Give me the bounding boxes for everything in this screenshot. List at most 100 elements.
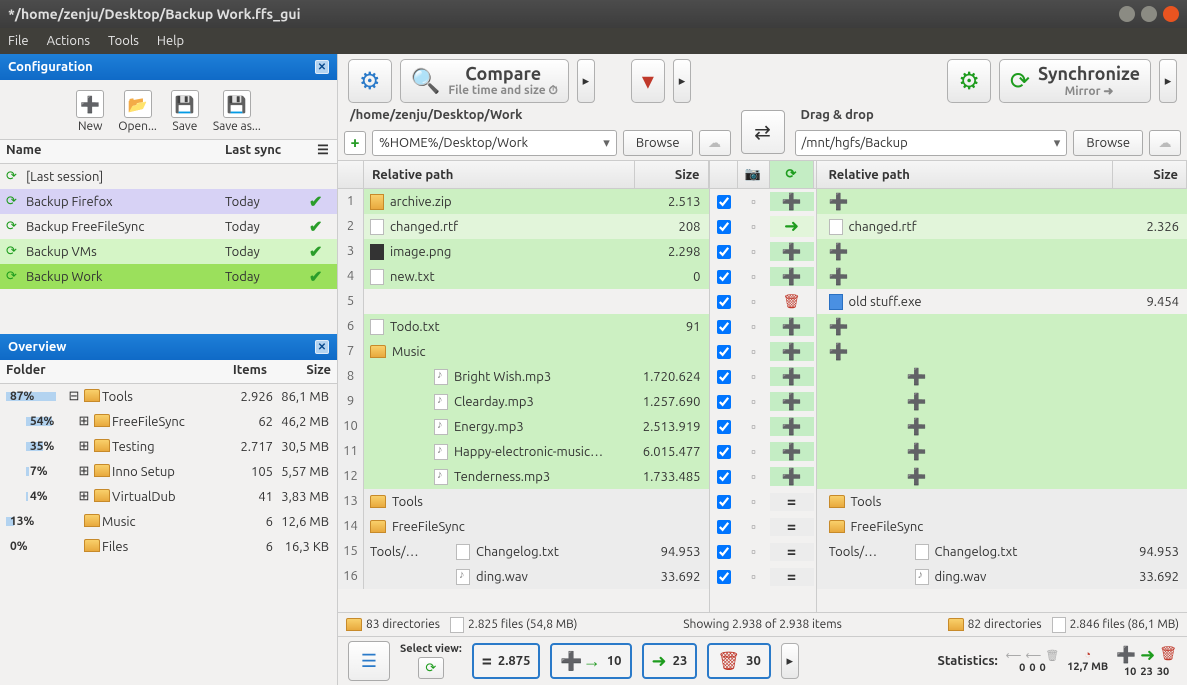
swap-button[interactable]: ⇄ [741, 110, 785, 154]
overview-row[interactable]: 54% ⊞ FreeFileSync 62 46,2 MB [0, 409, 337, 434]
expand-icon[interactable]: ⊞ [74, 414, 94, 429]
row-checkbox[interactable] [717, 395, 731, 409]
grid-row[interactable]: 11Happy-electronic-music…6.015.477 [338, 439, 709, 464]
action-cell[interactable]: = [770, 568, 814, 586]
action-cell[interactable]: 🗑 [770, 293, 814, 310]
filter-delete-right[interactable]: 🗑30 [707, 643, 771, 679]
action-cell[interactable]: ➕ [770, 267, 814, 286]
grid-row[interactable]: 8Bright Wish.mp31.720.624 [338, 364, 709, 389]
category-icon[interactable]: ▫ [738, 444, 770, 459]
minimize-button[interactable] [1119, 6, 1135, 22]
grid-row[interactable]: 13Tools [338, 489, 709, 514]
category-icon[interactable]: ▫ [738, 419, 770, 434]
col-lastsync[interactable]: Last sync [219, 140, 309, 163]
config-row[interactable]: ⟳ Backup VMs Today ✔ [0, 239, 337, 264]
grid-row[interactable]: Tools [817, 489, 1187, 514]
row-checkbox[interactable] [717, 445, 731, 459]
grid-row[interactable]: ➕ [817, 264, 1187, 289]
action-cell[interactable]: ➕ [770, 367, 814, 386]
category-icon[interactable]: ▫ [738, 319, 770, 334]
grid-row[interactable]: 1archive.zip2.513 [338, 189, 709, 214]
open-button[interactable]: 📂Open... [118, 90, 157, 133]
row-checkbox[interactable] [717, 220, 731, 234]
menu-file[interactable]: File [8, 34, 29, 48]
category-icon[interactable]: ▫ [738, 519, 770, 534]
action-cell[interactable]: ➕ [770, 417, 814, 436]
filter-update-right[interactable]: ➜23 [642, 643, 698, 679]
configuration-close-icon[interactable]: ✕ [315, 60, 329, 74]
grid-row[interactable]: 5 [338, 289, 709, 314]
grid-row[interactable]: ➕ [817, 464, 1187, 489]
compare-dropdown[interactable]: ▸ [577, 59, 595, 103]
menu-tools[interactable]: Tools [108, 34, 139, 48]
action-cell[interactable]: ➕ [770, 392, 814, 411]
col-folder[interactable]: Folder [0, 360, 219, 383]
grid-row[interactable]: ➕ [817, 189, 1187, 214]
filter-create-right[interactable]: ➕→10 [550, 643, 631, 679]
grid-row[interactable]: 4new.txt0 [338, 264, 709, 289]
category-icon[interactable]: ▫ [738, 569, 770, 584]
compare-settings-button[interactable]: ⚙ [348, 59, 392, 103]
col-name[interactable]: Name [0, 140, 219, 163]
grid-row[interactable]: 7Music [338, 339, 709, 364]
grid-row[interactable]: 15Tools/…Changelog.txt94.953 [338, 539, 709, 564]
config-row[interactable]: ⟳ Backup FreeFileSync Today ✔ [0, 214, 337, 239]
category-icon[interactable]: ▫ [738, 369, 770, 384]
grid-row[interactable]: 9Clearday.mp31.257.690 [338, 389, 709, 414]
col-items[interactable]: Items [219, 360, 273, 383]
filter-more-dropdown[interactable]: ▸ [781, 643, 799, 679]
grid-row[interactable]: 16ding.wav33.692 [338, 564, 709, 589]
category-icon[interactable]: ▫ [738, 294, 770, 309]
expand-icon[interactable]: ⊞ [74, 439, 94, 454]
menu-help[interactable]: Help [157, 34, 184, 48]
expand-icon[interactable]: ⊞ [74, 464, 94, 479]
row-checkbox[interactable] [717, 545, 731, 559]
action-cell[interactable]: ➕ [770, 192, 814, 211]
category-icon[interactable]: ▫ [738, 244, 770, 259]
action-cell[interactable]: ➜ [770, 216, 814, 237]
overview-row[interactable]: 35% ⊞ Testing 2.717 30,5 MB [0, 434, 337, 459]
action-cell[interactable]: ➕ [770, 467, 814, 486]
config-row[interactable]: ⟳ Backup Firefox Today ✔ [0, 189, 337, 214]
grid-row[interactable]: old stuff.exe9.454 [817, 289, 1187, 314]
overview-row[interactable]: 87% ⊟ Tools 2.926 86,1 MB [0, 384, 337, 409]
grid-row[interactable]: Tools/…Changelog.txt94.953 [817, 539, 1187, 564]
close-button[interactable] [1163, 6, 1179, 22]
expand-icon[interactable]: ⊞ [74, 489, 94, 504]
new-button[interactable]: ➕New [76, 90, 104, 133]
filter-dropdown[interactable]: ▸ [673, 59, 691, 103]
col-indicator-icon[interactable]: ☰ [309, 140, 337, 163]
refresh-icon[interactable]: ⟳ [770, 161, 814, 188]
col-size[interactable]: Size [1113, 161, 1187, 188]
category-icon[interactable]: ▫ [738, 344, 770, 359]
row-checkbox[interactable] [717, 570, 731, 584]
grid-row[interactable]: changed.rtf2.326 [817, 214, 1187, 239]
expand-icon[interactable]: ⊟ [64, 389, 84, 404]
row-checkbox[interactable] [717, 470, 731, 484]
overview-close-icon[interactable]: ✕ [315, 340, 329, 354]
row-checkbox[interactable] [717, 495, 731, 509]
row-checkbox[interactable] [717, 295, 731, 309]
right-cloud-button[interactable]: ☁ [1149, 130, 1181, 156]
chevron-down-icon[interactable]: ▾ [1054, 136, 1061, 151]
grid-row[interactable]: ➕ [817, 414, 1187, 439]
category-icon[interactable]: ▫ [738, 494, 770, 509]
view-toggle-button[interactable]: ☰ [348, 641, 390, 681]
grid-row[interactable]: 3image.png2.298 [338, 239, 709, 264]
left-browse-button[interactable]: Browse [623, 130, 693, 156]
select-view-button[interactable]: ⟳ [418, 657, 444, 679]
sync-settings-button[interactable]: ⚙ [947, 59, 991, 103]
col-check[interactable] [710, 161, 738, 188]
grid-row[interactable]: 6Todo.txt91 [338, 314, 709, 339]
config-row[interactable]: ⟳ Backup Work Today ✔ [0, 264, 337, 289]
col-relative-path[interactable]: Relative path [364, 161, 635, 188]
category-icon[interactable]: ▫ [738, 194, 770, 209]
grid-row[interactable]: 12Tenderness.mp31.733.485 [338, 464, 709, 489]
row-checkbox[interactable] [717, 345, 731, 359]
camera-icon[interactable]: 📷 [738, 161, 770, 188]
grid-row[interactable]: ding.wav33.692 [817, 564, 1187, 589]
action-cell[interactable]: = [770, 543, 814, 561]
grid-row[interactable]: ➕ [817, 239, 1187, 264]
right-path-input[interactable]: /mnt/hgfs/Backup▾ [795, 130, 1068, 156]
grid-row[interactable]: ➕ [817, 439, 1187, 464]
